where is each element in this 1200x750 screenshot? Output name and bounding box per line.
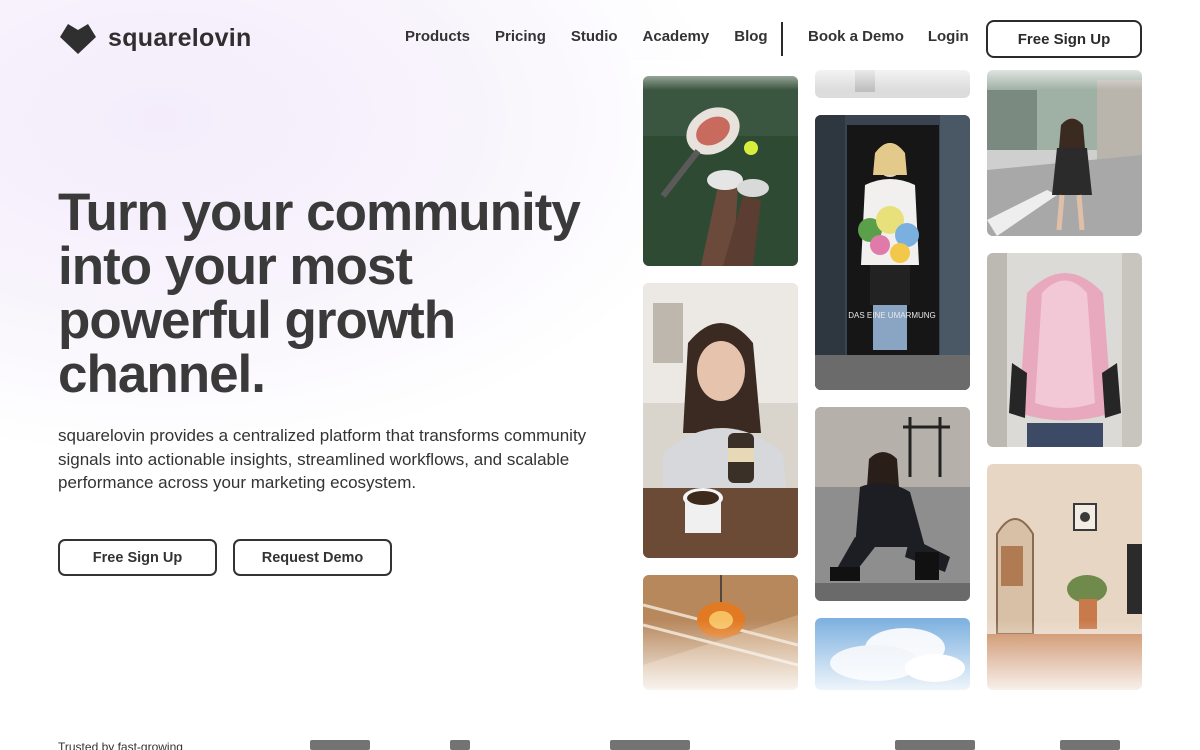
nav-links: Products Pricing Studio Academy Blog [405, 28, 793, 45]
customer-logo [895, 740, 975, 750]
nav-link-products[interactable]: Products [405, 28, 470, 45]
gallery-image-lamp[interactable] [643, 575, 798, 690]
customer-logo [310, 740, 370, 750]
woman-flowers-photo-icon: DAS EINE UMARMUNG [815, 115, 970, 390]
gallery-image-flowers[interactable]: DAS EINE UMARMUNG [815, 115, 970, 390]
brand-name: squarelovin [108, 23, 252, 52]
nav-link-book-demo[interactable]: Book a Demo [808, 28, 904, 45]
gallery-image-pink-hair[interactable] [987, 253, 1142, 447]
gallery-image-top-partial[interactable] [815, 70, 970, 98]
gallery-image-interior[interactable] [987, 464, 1142, 690]
customer-logos-strip [300, 740, 1160, 750]
interior-mirror-photo-icon [987, 464, 1142, 690]
pendant-lamp-photo-icon [643, 575, 798, 690]
trusted-by-label: Trusted by fast-growing [58, 740, 183, 750]
heart-logo-icon [60, 24, 96, 54]
pink-hair-photo-icon [987, 253, 1142, 447]
hero-subtitle: squarelovin provides a centralized platf… [58, 426, 587, 492]
partial-photo-icon [815, 70, 970, 98]
padel-racket-photo-icon [643, 76, 798, 266]
nav-link-blog[interactable]: Blog [734, 28, 767, 45]
gallery-image-yogurt[interactable] [643, 283, 798, 558]
free-sign-up-button[interactable]: Free Sign Up [58, 539, 217, 576]
gallery-image-padel[interactable] [643, 76, 798, 266]
customer-logo [450, 740, 470, 750]
woman-eating-photo-icon [643, 283, 798, 558]
request-demo-button[interactable]: Request Demo [233, 539, 392, 576]
flower-photo-caption: DAS EINE UMARMUNG [848, 311, 936, 320]
nav-link-login[interactable]: Login [928, 28, 969, 45]
woman-street-photo-icon [987, 70, 1142, 236]
customer-logo [610, 740, 690, 750]
gallery-image-sky[interactable] [815, 618, 970, 690]
free-sign-up-nav-button[interactable]: Free Sign Up [986, 20, 1142, 58]
hero-title: Turn your community into your most power… [58, 183, 581, 404]
nav-link-pricing[interactable]: Pricing [495, 28, 546, 45]
sky-clouds-photo-icon [815, 618, 970, 690]
nav-right-links: Book a Demo Login [808, 28, 993, 45]
nav-link-academy[interactable]: Academy [643, 28, 710, 45]
woman-curb-photo-icon [815, 407, 970, 601]
gallery-image-curb[interactable] [815, 407, 970, 601]
nav-divider [781, 22, 783, 56]
top-navigation: squarelovin Products Pricing Studio Acad… [0, 0, 1200, 76]
brand-logo[interactable]: squarelovin [58, 20, 252, 56]
customer-logo [1060, 740, 1120, 750]
gallery-image-street[interactable] [987, 70, 1142, 236]
nav-link-studio[interactable]: Studio [571, 28, 618, 45]
